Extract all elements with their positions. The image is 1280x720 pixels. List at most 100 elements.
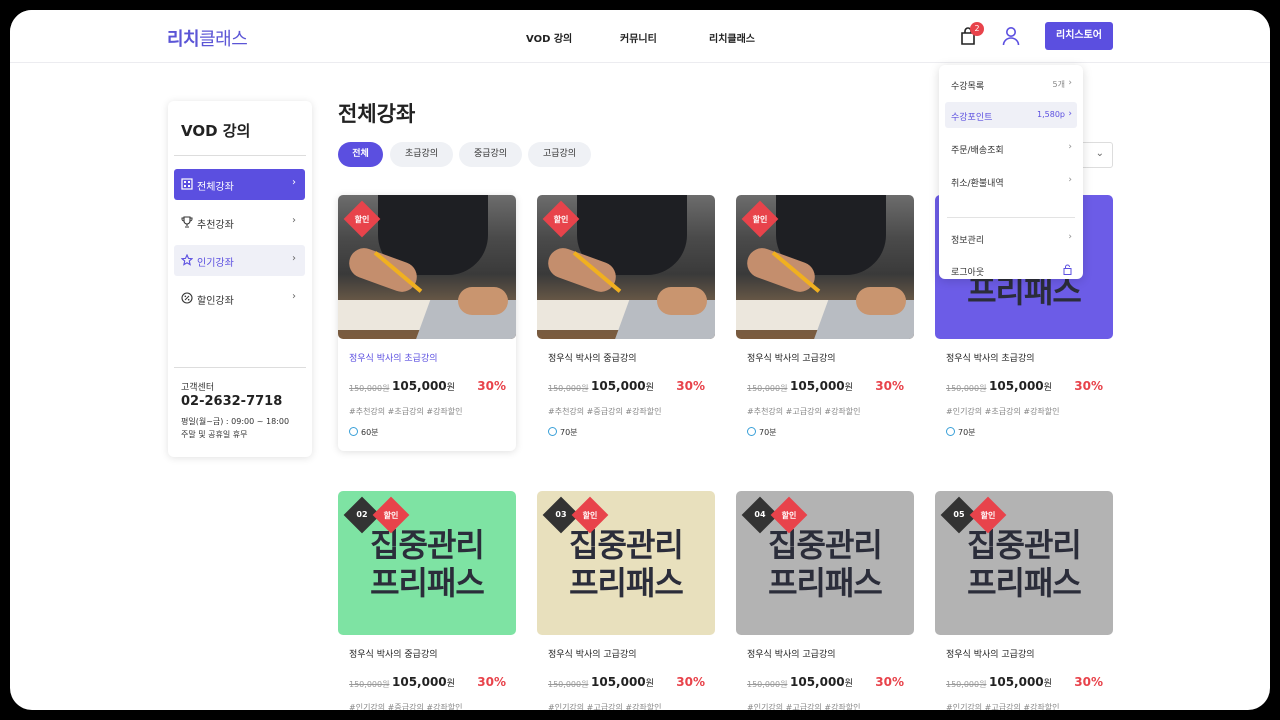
sidebar-divider (174, 367, 306, 368)
nav-community[interactable]: 커뮤니티 (620, 30, 657, 45)
course-tags: #추천강의 #초급강의 #강좌할인 (349, 407, 463, 416)
sidebar-item-discount[interactable]: 할인강좌 › (174, 283, 305, 314)
discount-rate: 30% (676, 379, 705, 393)
sidebar-item-label: 할인강좌 (197, 296, 234, 307)
course-card[interactable]: 할인 정우식 박사의 초급강의 150,000원 105,000원 30% #추… (338, 195, 516, 451)
clock-icon (349, 427, 358, 436)
course-title[interactable]: 정우식 박사의 초급강의 (946, 351, 1035, 364)
page-title: 전체강좌 (338, 102, 416, 126)
menu-item-points[interactable]: 수강포인트 1,580p › (945, 102, 1077, 128)
promo-text-line1: 집중관리 (569, 526, 684, 564)
course-title[interactable]: 정우식 박사의 고급강의 (548, 647, 637, 660)
course-tags: #인기강의 #초급강의 #강좌할인 (946, 407, 1060, 416)
logo-text-light: 클래스 (199, 29, 248, 50)
clock-icon (747, 427, 756, 436)
sidebar-item-popular[interactable]: 인기강좌 › (174, 245, 305, 276)
chevron-right-icon: › (292, 177, 296, 188)
chevron-right-icon: › (1068, 175, 1072, 185)
menu-item-my-courses[interactable]: 수강목록 5개 › (945, 71, 1077, 97)
nav-richclass[interactable]: 리치클래스 (709, 30, 755, 45)
discount-badge-text: 할인 (383, 511, 399, 520)
course-card[interactable]: 집중관리 프리패스 02 할인 정우식 박사의 중급강의 150,000원 10… (338, 491, 516, 710)
course-tags: #인기강의 #중급강의 #강좌할인 (349, 703, 463, 710)
clock-icon (548, 427, 557, 436)
rank-number: 05 (953, 510, 965, 519)
menu-item-orders[interactable]: 주문/배송조회 › (945, 135, 1077, 161)
filter-beginner[interactable]: 초급강의 (390, 142, 453, 167)
star-icon (180, 253, 194, 266)
menu-item-logout[interactable]: 로그아웃 (945, 257, 1077, 283)
course-title[interactable]: 정우식 박사의 중급강의 (548, 351, 637, 364)
original-price: 150,000원 (747, 384, 788, 393)
clock-icon (946, 427, 955, 436)
weekday-hours: 평일(월~금) : 09:00 ~ 18:00 (181, 417, 290, 426)
filter-advanced[interactable]: 고급강의 (528, 142, 591, 167)
sidebar-item-all[interactable]: 전체강좌 › (174, 169, 305, 200)
filter-all[interactable]: 전체 (338, 142, 383, 167)
discount-icon (181, 292, 193, 304)
sale-price: 105,000원 (591, 675, 654, 689)
chevron-right-icon: › (292, 215, 296, 226)
course-title[interactable]: 정우식 박사의 고급강의 (946, 647, 1035, 660)
course-title[interactable]: 정우식 박사의 중급강의 (349, 647, 438, 660)
menu-item-label: 주문/배송조회 (951, 146, 1004, 156)
menu-item-label: 수강목록 (951, 82, 985, 92)
sidebar-title: VOD 강의 (181, 122, 251, 140)
course-card[interactable]: 집중관리 프리패스 03 할인 정우식 박사의 고급강의 150,000원 10… (537, 491, 715, 710)
sale-price: 105,000원 (790, 675, 853, 689)
discount-rate: 30% (477, 379, 506, 393)
customer-center-title: 고객센터 (181, 383, 215, 393)
sidebar-item-recommended[interactable]: 추천강좌 › (174, 207, 305, 238)
original-price: 150,000원 (548, 384, 589, 393)
discount-rate: 30% (875, 675, 904, 689)
course-tags: #추천강의 #고급강의 #강좌할인 (747, 407, 861, 416)
logo[interactable]: 리치클래스 (167, 25, 248, 51)
filter-intermediate[interactable]: 중급강의 (459, 142, 522, 167)
weekend-closed: 주말 및 공휴일 휴무 (181, 430, 248, 439)
original-price: 150,000원 (349, 384, 390, 393)
course-thumbnail: 할인 (736, 195, 914, 339)
course-card[interactable]: 할인 정우식 박사의 중급강의 150,000원 105,000원 30% #추… (537, 195, 715, 451)
discount-rate: 30% (676, 675, 705, 689)
course-card[interactable]: 할인 정우식 박사의 고급강의 150,000원 105,000원 30% #추… (736, 195, 914, 451)
course-thumbnail: 할인 (537, 195, 715, 339)
sale-price: 105,000원 (790, 379, 853, 393)
course-duration: 70분 (747, 427, 777, 438)
course-title[interactable]: 정우식 박사의 고급강의 (747, 351, 836, 364)
store-button[interactable]: 리치스토어 (1045, 22, 1113, 50)
promo-text-line1: 집중관리 (370, 526, 485, 564)
menu-item-label: 수강포인트 (951, 113, 993, 123)
course-thumbnail: 집중관리 프리패스 04 할인 (736, 491, 914, 635)
rank-number: 03 (555, 510, 567, 519)
sale-price: 105,000원 (591, 379, 654, 393)
lock-icon (1063, 264, 1072, 278)
chevron-right-icon: › (1068, 109, 1072, 119)
discount-badge-text: 할인 (752, 215, 768, 224)
course-card[interactable]: 집중관리 프리패스 04 할인 정우식 박사의 고급강의 150,000원 10… (736, 491, 914, 710)
sidebar-divider (174, 155, 306, 156)
course-tags: #추천강의 #중급강의 #강좌할인 (548, 407, 662, 416)
menu-item-label: 정보관리 (951, 236, 985, 246)
sidebar-item-label: 추천강좌 (197, 220, 234, 231)
sidebar-item-label: 전체강좌 (197, 182, 234, 193)
user-icon[interactable] (1002, 26, 1020, 46)
course-title[interactable]: 정우식 박사의 고급강의 (747, 647, 836, 660)
course-title[interactable]: 정우식 박사의 초급강의 (349, 351, 438, 364)
chevron-right-icon: › (1068, 142, 1072, 152)
course-thumbnail: 집중관리 프리패스 05 할인 (935, 491, 1113, 635)
discount-badge-text: 할인 (354, 215, 370, 224)
course-tags: #인기강의 #고급강의 #강좌할인 (548, 703, 662, 710)
top-header: 리치클래스 VOD 강의 커뮤니티 리치클래스 2 리치스토어 (10, 10, 1270, 63)
course-duration: 60분 (349, 427, 379, 438)
sidebar: VOD 강의 전체강좌 › 추천강좌 › 인기강좌 › 할인강좌 › 고객센터 … (168, 101, 312, 457)
menu-item-refunds[interactable]: 취소/환불내역 › (945, 168, 1077, 194)
nav-vod[interactable]: VOD 강의 (526, 30, 572, 45)
menu-item-profile[interactable]: 정보관리 › (945, 225, 1077, 251)
chevron-right-icon: › (292, 253, 296, 264)
course-thumbnail: 할인 (338, 195, 516, 339)
sale-price: 105,000원 (392, 379, 455, 393)
sale-price: 105,000원 (989, 379, 1052, 393)
course-card[interactable]: 집중관리 프리패스 05 할인 정우식 박사의 고급강의 150,000원 10… (935, 491, 1113, 710)
menu-item-label: 로그아웃 (951, 268, 985, 278)
logo-text-bold: 리치 (167, 29, 200, 50)
